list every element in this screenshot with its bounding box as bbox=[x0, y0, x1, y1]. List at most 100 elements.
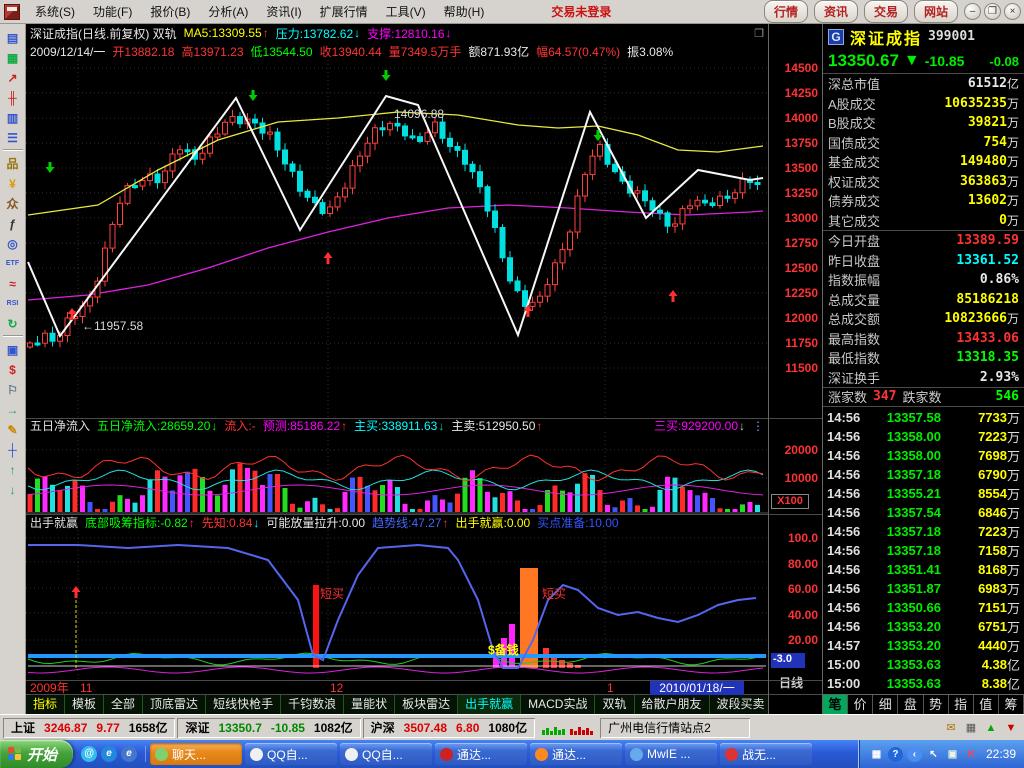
tick-row[interactable]: 15:0013353.638.38亿 bbox=[827, 674, 1020, 693]
rsi-icon[interactable]: RSI bbox=[2, 294, 23, 312]
indicator-tab-顶底雷达[interactable]: 顶底雷达 bbox=[143, 695, 206, 714]
minimize-button[interactable]: – bbox=[964, 3, 981, 20]
trend-line-icon[interactable]: ↗ bbox=[2, 68, 23, 86]
quote-tab-筹[interactable]: 筹 bbox=[999, 695, 1024, 714]
tick-row[interactable]: 14:5613357.546846万 bbox=[827, 503, 1020, 522]
ie-window-icon[interactable]: e bbox=[121, 746, 137, 762]
flag-icon[interactable]: ⚐ bbox=[2, 380, 23, 398]
taskbar-button-chat-icon[interactable]: 聊天... bbox=[150, 743, 242, 765]
quote-tab-值[interactable]: 值 bbox=[974, 695, 999, 714]
ie-icon[interactable]: e bbox=[101, 746, 117, 762]
tick-row[interactable]: 14:5613351.418168万 bbox=[827, 560, 1020, 579]
start-button[interactable]: 开始 bbox=[0, 740, 73, 768]
server-station[interactable]: 广州电信行情站点2 bbox=[600, 718, 750, 738]
taskbar-button-qq-icon[interactable]: QQ自... bbox=[340, 743, 432, 765]
indicator-tab-给散户朋友[interactable]: 给散户朋友 bbox=[635, 695, 710, 714]
news-doc-icon[interactable]: ▥ bbox=[2, 108, 23, 126]
down-arrow-icon[interactable]: ↓ bbox=[2, 480, 23, 498]
antivirus-tray-icon[interactable]: K bbox=[964, 747, 979, 762]
refresh-icon[interactable]: ↻ bbox=[2, 314, 23, 332]
crosshair-icon[interactable]: ┼ bbox=[2, 440, 23, 458]
tree-icon[interactable]: 品 bbox=[2, 154, 23, 172]
tick-row[interactable]: 14:5613355.218554万 bbox=[827, 484, 1020, 503]
nav-button-资讯[interactable]: 资讯 bbox=[814, 0, 858, 23]
nav-button-行情[interactable]: 行情 bbox=[764, 0, 808, 23]
search-icon[interactable]: ◎ bbox=[2, 234, 23, 252]
pane-maximize-icon[interactable]: ❐ bbox=[754, 27, 764, 40]
quote-tab-盘[interactable]: 盘 bbox=[898, 695, 923, 714]
taskbar-button-pinwheel-icon[interactable]: 战无... bbox=[720, 743, 812, 765]
menu-item[interactable]: 功能(F) bbox=[84, 0, 141, 23]
taskbar-button-globe-icon[interactable]: MwIE ... bbox=[625, 743, 717, 765]
tick-row[interactable]: 14:5613351.876983万 bbox=[827, 579, 1020, 598]
tick-row[interactable]: 14:5613350.667151万 bbox=[827, 598, 1020, 617]
tick-row[interactable]: 14:5613357.186790万 bbox=[827, 465, 1020, 484]
quote-report-icon[interactable]: ▤ bbox=[2, 28, 23, 46]
quote-tab-细[interactable]: 细 bbox=[873, 695, 898, 714]
menu-item[interactable]: 分析(A) bbox=[199, 0, 257, 23]
gold-icon[interactable]: ¥ bbox=[2, 174, 23, 192]
index-segment-沪深[interactable]: 沪深3507.486.801080亿 bbox=[363, 718, 535, 738]
kline-icon[interactable]: ╫ bbox=[2, 88, 23, 106]
indicator-tab-模板[interactable]: 模板 bbox=[65, 695, 104, 714]
quote-tab-笔[interactable]: 笔 bbox=[823, 695, 848, 714]
keyboard-tray-icon[interactable]: ▦ bbox=[869, 747, 884, 762]
wave-icon[interactable]: ≈ bbox=[2, 274, 23, 292]
tick-row[interactable]: 14:5713353.204440万 bbox=[827, 636, 1020, 655]
users-icon[interactable]: 众 bbox=[2, 194, 23, 212]
nav-button-交易[interactable]: 交易 bbox=[864, 0, 908, 23]
quote-tab-价[interactable]: 价 bbox=[848, 695, 873, 714]
etf-icon[interactable]: ETF bbox=[2, 254, 23, 272]
list-icon[interactable]: ☰ bbox=[2, 128, 23, 146]
keyboard-icon[interactable]: ▦ bbox=[963, 720, 979, 736]
menu-item[interactable]: 系统(S) bbox=[26, 0, 84, 23]
tick-row[interactable]: 14:5613358.007223万 bbox=[827, 427, 1020, 446]
messenger-icon[interactable]: @ bbox=[81, 746, 97, 762]
menu-item[interactable]: 扩展行情 bbox=[311, 0, 377, 23]
clock[interactable]: 22:39 bbox=[986, 747, 1016, 761]
indicator-tab-板块雷达[interactable]: 板块雷达 bbox=[395, 695, 458, 714]
more-icon[interactable]: ⋮ bbox=[752, 419, 764, 433]
indicator-tab-量能状[interactable]: 量能状 bbox=[344, 695, 395, 714]
tick-row[interactable]: 14:5613357.187158万 bbox=[827, 541, 1020, 560]
quote-tab-势[interactable]: 势 bbox=[924, 695, 949, 714]
net-up-icon[interactable]: ▲ bbox=[983, 720, 999, 736]
menu-item[interactable]: 工具(V) bbox=[377, 0, 435, 23]
restore-button[interactable]: ❐ bbox=[984, 3, 1001, 20]
index-segment-上证[interactable]: 上证3246.879.771658亿 bbox=[3, 718, 175, 738]
help-tray-icon[interactable]: ? bbox=[888, 747, 903, 762]
indicator-tab-MACD实战[interactable]: MACD实战 bbox=[521, 695, 595, 714]
pencil-icon[interactable]: ✎ bbox=[2, 420, 23, 438]
indicator-tab-千钧数浪[interactable]: 千钧数浪 bbox=[281, 695, 344, 714]
menu-item[interactable]: 帮助(H) bbox=[435, 0, 494, 23]
pointer-tray-icon[interactable]: ↖ bbox=[926, 747, 941, 762]
tick-row[interactable]: 14:5613353.206751万 bbox=[827, 617, 1020, 636]
split-window-icon[interactable]: ▣ bbox=[2, 340, 23, 358]
indicator-tab-双轨[interactable]: 双轨 bbox=[595, 695, 634, 714]
money-icon[interactable]: $ bbox=[2, 360, 23, 378]
menu-item[interactable]: 报价(B) bbox=[141, 0, 199, 23]
taskbar-button-tdx-fire-icon[interactable]: 通达... bbox=[530, 743, 622, 765]
tick-row[interactable]: 14:5613357.187223万 bbox=[827, 522, 1020, 541]
tick-row[interactable]: 15:0013353.634.38亿 bbox=[827, 655, 1020, 674]
taskbar-button-tdx-red-icon[interactable]: 通达... bbox=[435, 743, 527, 765]
grid-quote-icon[interactable]: ▦ bbox=[2, 48, 23, 66]
tick-row[interactable]: 14:5613358.007698万 bbox=[827, 446, 1020, 465]
quote-tab-指[interactable]: 指 bbox=[949, 695, 974, 714]
doc-tray-icon[interactable]: ▣ bbox=[945, 747, 960, 762]
indicator-tab-短线快枪手[interactable]: 短线快枪手 bbox=[206, 695, 281, 714]
export-icon[interactable]: → bbox=[2, 400, 23, 418]
mailbox-icon[interactable]: ✉ bbox=[943, 720, 959, 736]
tick-row[interactable]: 14:5613357.587733万 bbox=[827, 408, 1020, 427]
indicator-tab-指标[interactable]: 指标 bbox=[26, 695, 65, 714]
signal-chart-canvas[interactable]: 短买短买$备钱 bbox=[26, 530, 768, 680]
taskbar-button-qq-icon[interactable]: QQ自... bbox=[245, 743, 337, 765]
formula-icon[interactable]: ƒ bbox=[2, 214, 23, 232]
index-segment-深证[interactable]: 深证13350.7-10.851082亿 bbox=[177, 718, 360, 738]
close-button[interactable]: × bbox=[1004, 3, 1021, 20]
kline-chart-canvas[interactable]: 14096.88←11957.58 bbox=[26, 60, 768, 418]
collapse-icon[interactable]: ‹ bbox=[907, 747, 922, 762]
net-down-icon[interactable]: ▼ bbox=[1003, 720, 1019, 736]
indicator-tab-波段买卖[interactable]: 波段买卖 bbox=[710, 695, 773, 714]
up-arrow-icon[interactable]: ↑ bbox=[2, 460, 23, 478]
